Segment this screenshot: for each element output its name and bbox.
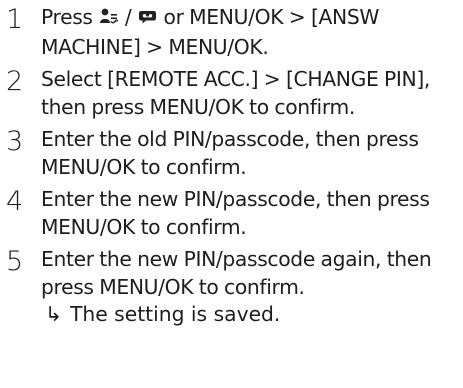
step-text-part: Press [41,5,99,29]
step-number: 2 [6,66,24,97]
step-5: 5 Enter the new PIN/passcode again, then… [6,246,458,329]
step-3: 3 Enter the old PIN/passcode, then press… [6,126,458,181]
step-result: ↳ The setting is saved. [41,301,458,329]
step-1: 1 Press / or MENU/OK > [ANSW MACHINE] > … [6,4,458,61]
step-text: Select [REMOTE ACC.] > [CHANGE PIN], the… [41,67,431,119]
step-number: 5 [6,246,24,277]
result-arrow-icon: ↳ [45,302,62,326]
step-2: 2 Select [REMOTE ACC.] > [CHANGE PIN], t… [6,66,458,121]
result-text: The setting is saved. [70,302,281,326]
steps-list: 1 Press / or MENU/OK > [ANSW MACHINE] > … [6,4,458,334]
step-text: Enter the new PIN/passcode again, then p… [41,247,432,299]
step-text: Enter the new PIN/passcode, then press M… [41,187,430,239]
message-bubble-icon [138,6,157,34]
answering-machine-icon [99,6,119,34]
step-number: 1 [6,4,24,35]
step-number: 4 [6,186,24,217]
step-number: 3 [6,126,24,157]
step-text: Enter the old PIN/passcode, then press M… [41,127,419,179]
step-text: Press / or MENU/OK > [ANSW MACHINE] > ME… [41,4,458,61]
step-text-part: / [119,5,137,29]
instruction-page: { "steps": [ { "number": "1", "seg1": "P… [0,0,463,388]
step-4: 4 Enter the new PIN/passcode, then press… [6,186,458,241]
